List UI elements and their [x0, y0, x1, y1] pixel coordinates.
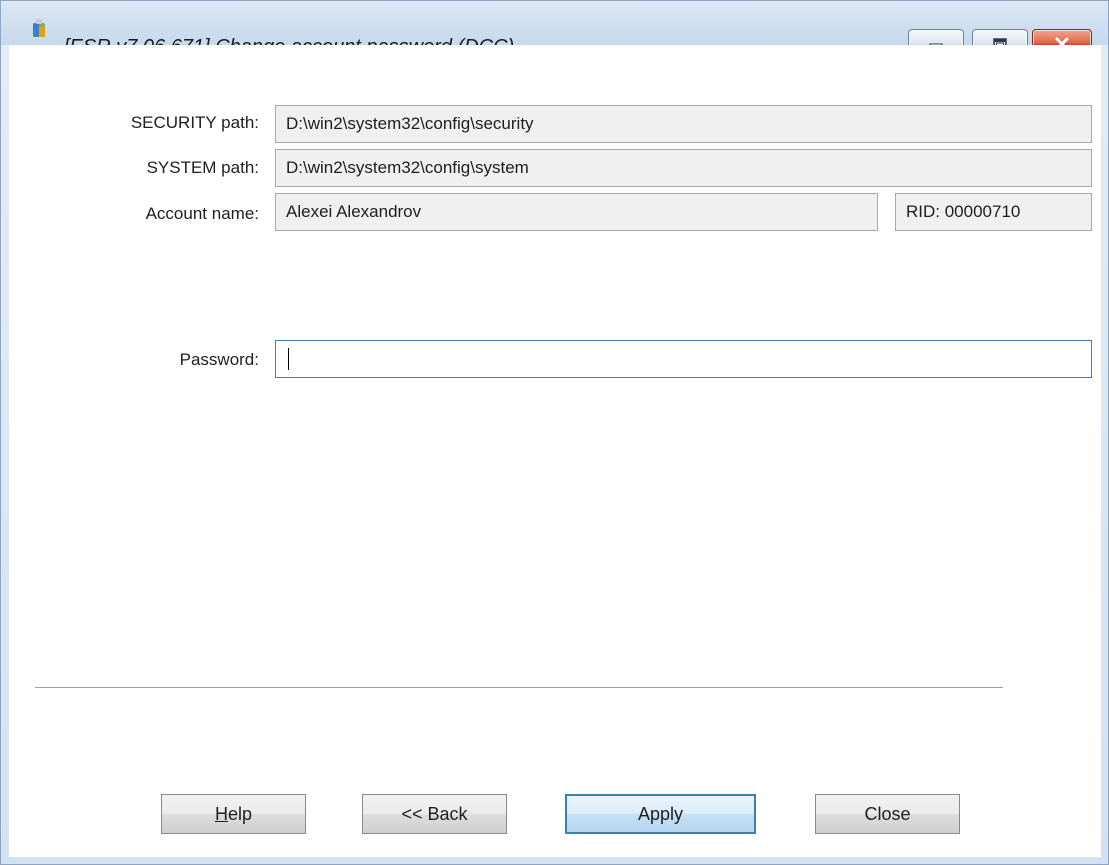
system-path-label: SYSTEM path:	[146, 158, 259, 177]
security-path-field[interactable]: D:\win2\system32\config\security	[275, 105, 1092, 143]
title-bar[interactable]: [ESR v7.06.671] Change account password …	[1, 1, 1108, 59]
help-label-rest: elp	[227, 804, 253, 824]
separator-line	[35, 687, 1003, 689]
back-button[interactable]: << Back	[362, 794, 507, 834]
help-mnemonic: H	[214, 804, 228, 824]
dialog-client-area: SECURITY path: D:\win2\system32\config\s…	[9, 45, 1101, 857]
system-path-field[interactable]: D:\win2\system32\config\system	[275, 149, 1092, 187]
rid-field[interactable]: RID: 00000710	[895, 193, 1092, 231]
password-input[interactable]	[275, 340, 1092, 378]
text-caret	[288, 348, 289, 370]
apply-button[interactable]: Apply	[565, 794, 756, 834]
password-label: Password:	[179, 350, 259, 369]
app-icon	[31, 17, 47, 39]
account-name-label: Account name:	[145, 204, 259, 223]
help-button[interactable]: Help	[161, 794, 306, 834]
account-name-field[interactable]: Alexei Alexandrov	[275, 193, 878, 231]
dialog-window: [ESR v7.06.671] Change account password …	[0, 0, 1109, 865]
security-path-label: SECURITY path:	[130, 113, 259, 132]
close-button[interactable]: Close	[815, 794, 960, 834]
